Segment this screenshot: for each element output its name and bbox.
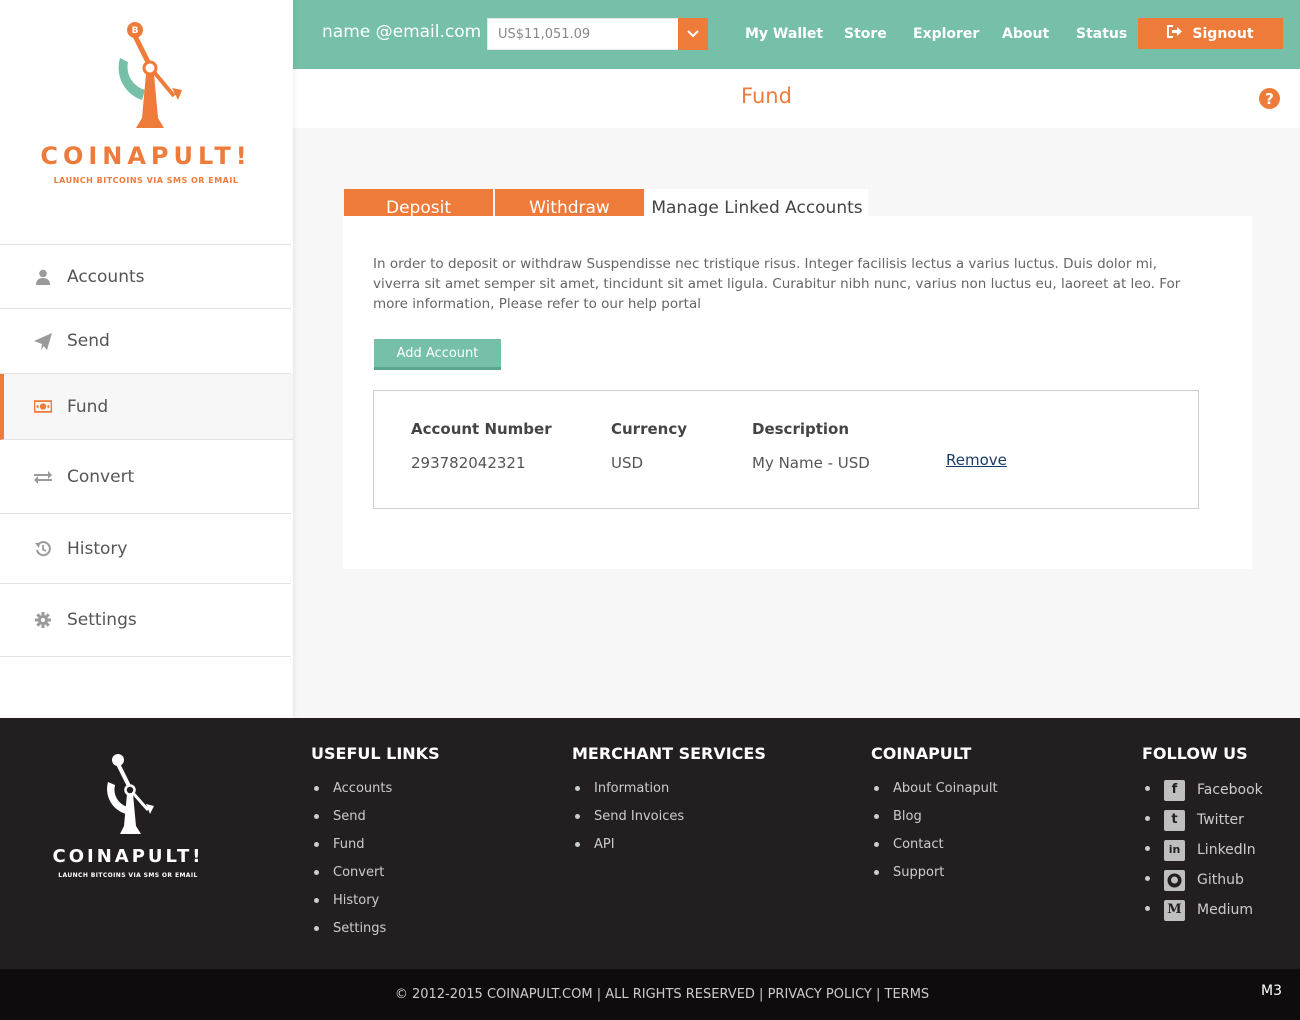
footer-link[interactable]: About Coinapult: [871, 775, 998, 803]
history-icon: [34, 540, 52, 558]
balance-value: US$11,051.09: [498, 27, 591, 42]
add-account-button[interactable]: Add Account: [374, 339, 501, 370]
column-header-account-number: Account Number: [411, 420, 552, 438]
nav-store[interactable]: Store: [844, 26, 887, 42]
footer-link[interactable]: Fund: [311, 831, 440, 859]
page-title: Fund: [741, 84, 792, 108]
footer-link[interactable]: API: [572, 831, 766, 859]
footer-heading: USEFUL LINKS: [311, 744, 440, 763]
footer-brand-tagline: LAUNCH BITCOINS VIA SMS OR EMAIL: [58, 872, 198, 879]
title-bar: Fund ?: [293, 69, 1300, 128]
social-label: Twitter: [1197, 812, 1244, 828]
catapult-logo-icon: B: [118, 22, 182, 128]
sidebar-item-settings[interactable]: Settings: [0, 584, 291, 657]
exchange-icon: [34, 468, 52, 486]
intro-text: In order to deposit or withdraw Suspendi…: [373, 256, 1181, 312]
footer-link[interactable]: Settings: [311, 915, 440, 943]
github-link[interactable]: Github: [1142, 865, 1263, 895]
twitter-link[interactable]: t Twitter: [1142, 805, 1263, 835]
sidebar-nav: Accounts Send Fund Convert History Setti…: [0, 244, 293, 657]
account-description: My Name - USD: [752, 454, 870, 472]
facebook-icon: f: [1164, 779, 1185, 801]
social-label: LinkedIn: [1197, 842, 1256, 858]
coinapult-logo[interactable]: B COINAPULT! LAUNCH BITCOINS VIA SMS OR …: [26, 18, 266, 193]
medium-link[interactable]: M Medium: [1142, 895, 1263, 925]
sidebar-item-fund[interactable]: Fund: [0, 374, 293, 440]
footer-useful-links: USEFUL LINKS Accounts Send Fund Convert …: [311, 744, 440, 943]
footer-heading: COINAPULT: [871, 744, 972, 763]
linkedin-link[interactable]: in LinkedIn: [1142, 835, 1263, 865]
catapult-logo-icon: [107, 754, 154, 834]
nav-my-wallet[interactable]: My Wallet: [745, 26, 823, 42]
sidebar-item-history[interactable]: History: [0, 514, 291, 584]
balance-select[interactable]: US$11,051.09: [487, 18, 708, 50]
footer-heading: FOLLOW US: [1142, 744, 1248, 763]
footer-link[interactable]: Information: [572, 775, 766, 803]
top-bar: name @email.com US$11,051.09 My Wallet S…: [293, 0, 1300, 69]
twitter-icon: t: [1164, 809, 1185, 831]
footer-link[interactable]: Blog: [871, 803, 998, 831]
sidebar: B COINAPULT! LAUNCH BITCOINS VIA SMS OR …: [0, 0, 293, 718]
footer-follow-us: FOLLOW US f Facebook t Twitter in Linked…: [1142, 744, 1263, 925]
social-label: Medium: [1197, 902, 1253, 918]
linkedin-icon: in: [1164, 839, 1185, 861]
paper-plane-icon: [34, 332, 52, 350]
sidebar-item-convert[interactable]: Convert: [0, 440, 291, 514]
chevron-down-icon[interactable]: [678, 18, 708, 50]
footer: COINAPULT! LAUNCH BITCOINS VIA SMS OR EM…: [0, 718, 1300, 969]
sidebar-item-label: Send: [67, 331, 110, 351]
brand-name: COINAPULT!: [40, 142, 252, 170]
nav-explorer[interactable]: Explorer: [913, 26, 979, 42]
remove-account-link[interactable]: Remove: [946, 451, 1007, 469]
version-label: M3: [1261, 983, 1282, 999]
nav-status[interactable]: Status: [1076, 26, 1127, 42]
footer-merchant-services: MERCHANT SERVICES Information Send Invoi…: [572, 744, 766, 859]
sidebar-item-send[interactable]: Send: [0, 309, 291, 374]
footer-brand-name: COINAPULT!: [52, 846, 204, 867]
nav-about[interactable]: About: [1002, 26, 1049, 42]
account-currency: USD: [611, 454, 644, 472]
footer-link[interactable]: Accounts: [311, 775, 440, 803]
footer-link[interactable]: Convert: [311, 859, 440, 887]
column-header-currency: Currency: [611, 420, 688, 438]
footer-link[interactable]: Contact: [871, 831, 998, 859]
account-number: 293782042321: [411, 454, 526, 472]
brand-tagline: LAUNCH BITCOINS VIA SMS OR EMAIL: [53, 176, 239, 185]
sign-out-icon: [1167, 25, 1183, 42]
medium-icon: M: [1164, 899, 1185, 921]
footer-link[interactable]: Support: [871, 859, 998, 887]
signout-button[interactable]: Signout: [1138, 18, 1283, 49]
social-label: Facebook: [1197, 782, 1263, 798]
linked-accounts-table: Account Number Currency Description 2937…: [373, 390, 1199, 509]
sidebar-item-label: Accounts: [67, 266, 145, 287]
facebook-link[interactable]: f Facebook: [1142, 775, 1263, 805]
user-email: name @email.com: [322, 22, 482, 42]
footer-link[interactable]: Send: [311, 803, 440, 831]
github-icon: [1164, 869, 1185, 891]
linked-accounts-panel: In order to deposit or withdraw Suspendi…: [343, 216, 1252, 569]
footer-coinapult: COINAPULT About Coinapult Blog Contact S…: [871, 744, 998, 887]
sidebar-item-label: Fund: [67, 396, 109, 417]
column-header-description: Description: [752, 420, 850, 438]
user-icon: [34, 268, 52, 286]
footer-link[interactable]: Send Invoices: [572, 803, 766, 831]
sidebar-item-label: Convert: [67, 466, 135, 487]
footer-heading: MERCHANT SERVICES: [572, 744, 766, 763]
copyright-text: © 2012-2015 COINAPULT.COM | ALL RIGHTS R…: [394, 987, 930, 1002]
gear-icon: [34, 611, 52, 629]
svg-text:B: B: [132, 26, 139, 36]
footer-link[interactable]: History: [311, 887, 440, 915]
signout-label: Signout: [1192, 25, 1254, 42]
money-icon: [34, 398, 52, 416]
social-label: Github: [1197, 872, 1244, 888]
help-icon[interactable]: ?: [1259, 88, 1280, 109]
sidebar-item-label: Settings: [67, 610, 137, 630]
sidebar-item-accounts[interactable]: Accounts: [0, 245, 291, 309]
footer-bottom-bar: © 2012-2015 COINAPULT.COM | ALL RIGHTS R…: [0, 969, 1300, 1020]
sidebar-item-label: History: [67, 538, 128, 559]
